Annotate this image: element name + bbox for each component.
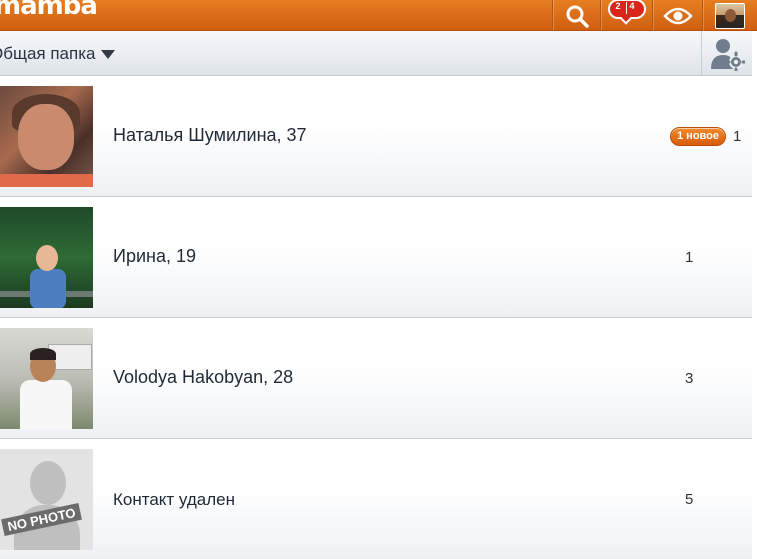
contact-name[interactable]: Ирина, 19 [113, 246, 196, 267]
search-icon [566, 5, 589, 28]
contact-name[interactable]: Volodya Hakobyan, 28 [113, 367, 293, 388]
contact-name[interactable]: Контакт удален [113, 490, 235, 510]
message-count: 1 [685, 249, 694, 266]
contact-name[interactable]: Наталья Шумилина, 37 [113, 125, 307, 146]
contact-photo[interactable] [0, 86, 93, 187]
mamba-logo[interactable]: mamba [0, 0, 98, 21]
eye-icon [662, 7, 693, 24]
message-count: 5 [685, 491, 694, 508]
views-button[interactable] [652, 0, 702, 31]
messages-button[interactable]: 2 4 [600, 0, 652, 31]
speech-bubble-icon: 2 4 [607, 0, 646, 25]
new-messages-badge: 1 новое [670, 127, 726, 146]
contact-row[interactable]: Наталья Шумилина, 37 1 новое 1 [0, 76, 752, 197]
folder-dropdown[interactable]: Общая папка [0, 44, 116, 64]
chevron-down-icon [101, 49, 116, 59]
avatar [715, 2, 745, 29]
top-header: mamba 2 4 [0, 0, 757, 31]
contacts-settings-button[interactable] [701, 31, 752, 76]
message-count: 1 [733, 128, 742, 145]
message-count: 3 [685, 370, 694, 387]
folder-label: Общая папка [0, 44, 96, 63]
messages-count-left: 2 [615, 0, 621, 11]
contact-row[interactable]: Ирина, 19 1 [0, 197, 752, 318]
folder-bar: Общая папка [0, 31, 752, 76]
contact-list: Наталья Шумилина, 37 1 новое 1 Ирина, 19… [0, 76, 752, 559]
messages-count-right: 4 [629, 0, 635, 11]
no-photo-placeholder: NO PHOTO [0, 449, 93, 550]
contact-row[interactable]: Volodya Hakobyan, 28 3 [0, 318, 752, 439]
search-button[interactable] [552, 0, 600, 31]
profile-avatar-button[interactable] [702, 0, 757, 31]
contacts-settings-icon [711, 38, 745, 71]
contact-photo[interactable] [0, 328, 93, 429]
contact-photo[interactable] [0, 207, 93, 308]
contact-row[interactable]: NO PHOTO Контакт удален 5 [0, 439, 752, 559]
